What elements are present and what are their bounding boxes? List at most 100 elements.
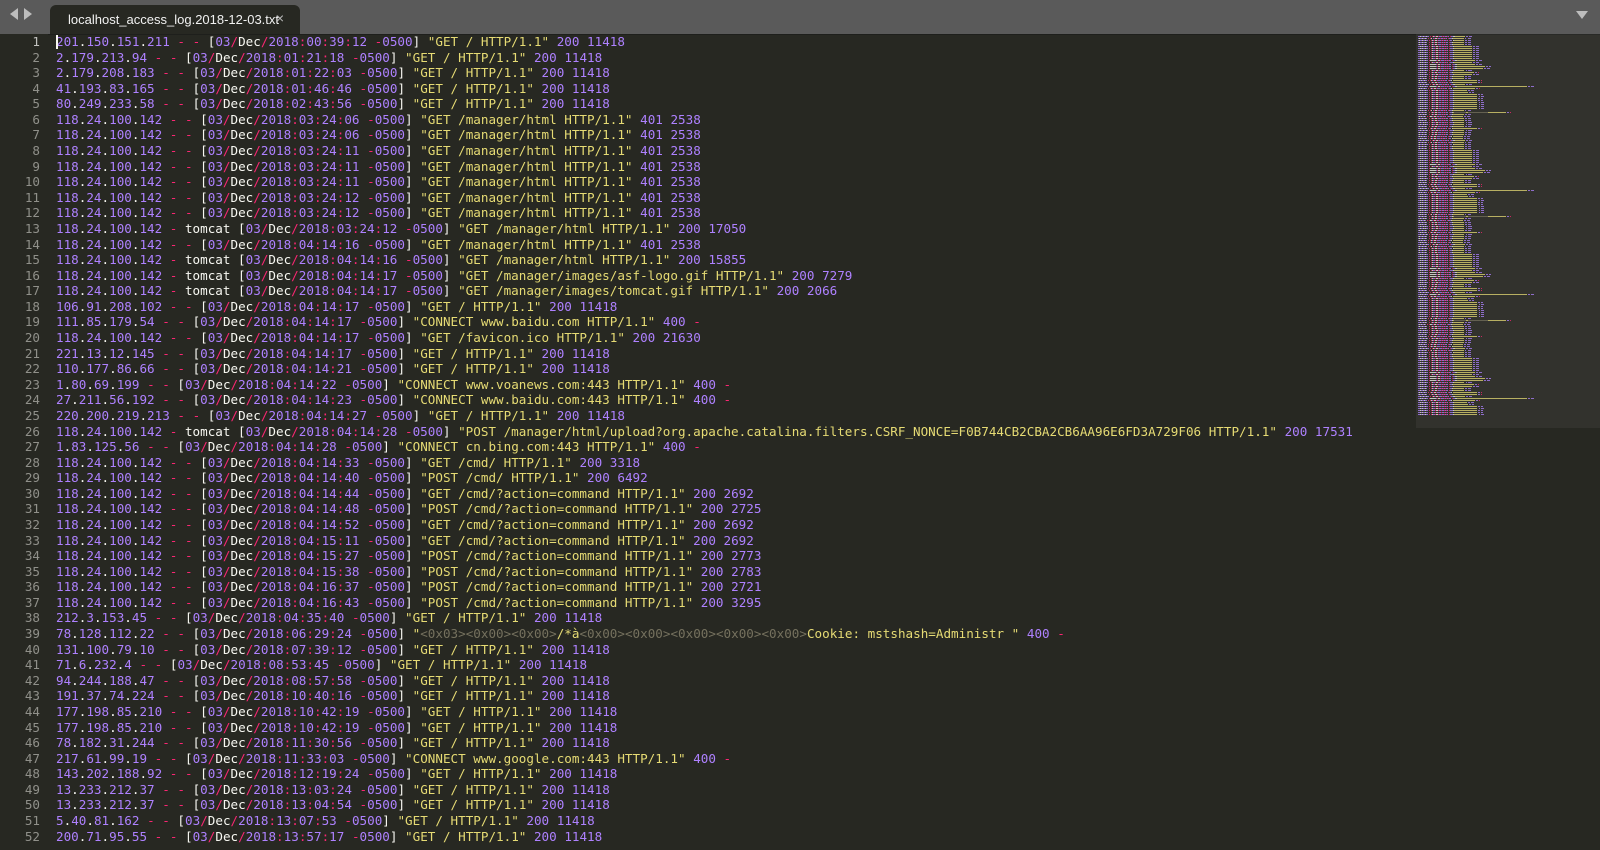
minimap-stroke xyxy=(1426,270,1429,271)
minimap-stroke xyxy=(1429,298,1431,299)
minimap-stroke xyxy=(1468,330,1472,331)
minimap-stroke xyxy=(1429,160,1431,161)
minimap-stroke xyxy=(1454,90,1468,91)
minimap-stroke xyxy=(1467,252,1472,253)
minimap-stroke xyxy=(1487,112,1506,113)
minimap-stroke xyxy=(1449,380,1451,381)
minimap-stroke xyxy=(1446,82,1448,83)
code-line: 177.198.85.210 - - [03/Dec/2018:10:42:19… xyxy=(56,719,618,735)
minimap-stroke xyxy=(1467,236,1472,237)
minimap-stroke xyxy=(1428,82,1430,83)
minimap-stroke xyxy=(1454,212,1478,213)
minimap-stroke xyxy=(1446,206,1449,207)
minimap-stroke xyxy=(1464,142,1467,143)
minimap-stroke xyxy=(1481,208,1485,209)
minimap-stroke xyxy=(1446,358,1449,359)
code-line: 220.200.219.213 - - [03/Dec/2018:04:14:2… xyxy=(56,407,625,423)
minimap-stroke xyxy=(1478,210,1481,211)
minimap-stroke xyxy=(1477,94,1480,95)
minimap-stroke xyxy=(1429,90,1431,91)
minimap-stroke xyxy=(1446,364,1449,365)
minimap-stroke xyxy=(1426,338,1429,339)
minimap-stroke xyxy=(1425,40,1428,41)
text-editor[interactable]: 201.150.151.211 - - [03/Dec/2018:00:39:1… xyxy=(56,34,1406,850)
minimap-stroke xyxy=(1454,74,1472,75)
minimap-stroke xyxy=(1480,232,1482,233)
minimap-stroke xyxy=(1429,362,1431,363)
minimap-stroke xyxy=(1429,282,1431,283)
code-line: 2.179.213.94 - - [03/Dec/2018:01:21:18 -… xyxy=(56,49,603,65)
minimap-stroke xyxy=(1425,328,1428,329)
minimap-stroke xyxy=(1454,330,1465,331)
minimap-stroke xyxy=(1429,54,1431,55)
minimap-stroke xyxy=(1465,226,1468,227)
minimap-stroke xyxy=(1426,302,1429,303)
minimap-stroke xyxy=(1445,296,1447,297)
minimap-stroke xyxy=(1429,162,1431,163)
minimap-stroke xyxy=(1453,40,1465,41)
minimap-stroke xyxy=(1464,230,1467,231)
minimap-stroke xyxy=(1453,384,1475,385)
minimap-stroke xyxy=(1426,84,1429,85)
minimap-stroke xyxy=(1467,286,1472,287)
minimap-stroke xyxy=(1454,306,1477,307)
code-line: 143.202.188.92 - - [03/Dec/2018:12:19:24… xyxy=(56,766,618,782)
minimap-stroke xyxy=(1453,252,1464,253)
minimap-stroke xyxy=(1446,146,1448,147)
minimap-stroke xyxy=(1426,218,1428,219)
minimap-stroke xyxy=(1471,194,1474,195)
close-icon[interactable]: × xyxy=(276,10,284,26)
minimap-stroke xyxy=(1447,292,1449,293)
chevron-right-icon[interactable] xyxy=(24,8,32,20)
minimap-stroke xyxy=(1445,318,1448,319)
minimap-stroke xyxy=(1426,118,1428,119)
minimap-stroke xyxy=(1453,110,1464,111)
minimap-stroke xyxy=(1445,232,1447,233)
minimap-stroke xyxy=(1467,78,1472,79)
minimap-stroke xyxy=(1446,306,1449,307)
minimap-stroke xyxy=(1473,362,1476,363)
code-line: 200.71.95.55 - - [03/Dec/2018:13:57:17 -… xyxy=(56,828,603,844)
chevron-left-icon[interactable] xyxy=(10,8,18,20)
minimap-stroke xyxy=(1428,182,1430,183)
minimap-stroke xyxy=(1445,288,1447,289)
code-line: 131.100.79.10 - - [03/Dec/2018:07:39:12 … xyxy=(56,641,610,657)
minimap-stroke xyxy=(1428,146,1430,147)
minimap-stroke xyxy=(1446,166,1449,167)
minimap-stroke xyxy=(1464,242,1467,243)
minimap-stroke xyxy=(1480,202,1484,203)
minimap-stroke xyxy=(1426,396,1429,397)
file-tab[interactable]: localhost_access_log.2018-12-03.txt × xyxy=(50,5,300,34)
minimap-stroke xyxy=(1478,288,1481,289)
minimap-stroke xyxy=(1453,78,1464,79)
minimap-stroke xyxy=(1426,274,1429,275)
minimap-stroke xyxy=(1425,224,1428,225)
minimap-stroke xyxy=(1429,304,1431,305)
minimap-stroke xyxy=(1467,42,1472,43)
minimap-stroke xyxy=(1473,160,1476,161)
minimap-stroke xyxy=(1429,302,1431,303)
code-line: 27.211.56.192 - - [03/Dec/2018:04:14:23 … xyxy=(56,392,732,408)
line-number: 26 xyxy=(24,423,40,439)
minimap-stroke xyxy=(1426,90,1429,91)
minimap-stroke xyxy=(1426,308,1429,309)
line-number: 24 xyxy=(24,392,40,408)
minimap-stroke xyxy=(1446,176,1448,177)
minimap-stroke xyxy=(1456,272,1475,273)
minimap-stroke xyxy=(1484,276,1487,277)
minimap-stroke xyxy=(1427,220,1429,221)
minimap[interactable] xyxy=(1416,34,1600,850)
minimap-stroke xyxy=(1454,92,1468,93)
minimap-stroke xyxy=(1428,280,1430,281)
minimap-stroke xyxy=(1452,392,1478,393)
minimap-stroke xyxy=(1476,270,1479,271)
minimap-stroke xyxy=(1425,346,1427,347)
minimap-stroke xyxy=(1452,296,1475,297)
minimap-stroke xyxy=(1456,164,1475,165)
minimap-stroke xyxy=(1454,48,1473,49)
minimap-stroke xyxy=(1464,138,1467,139)
dropdown-arrow-icon[interactable] xyxy=(1576,11,1588,19)
minimap-stroke xyxy=(1446,162,1449,163)
minimap-stroke xyxy=(1473,264,1476,265)
minimap-stroke xyxy=(1480,394,1482,395)
